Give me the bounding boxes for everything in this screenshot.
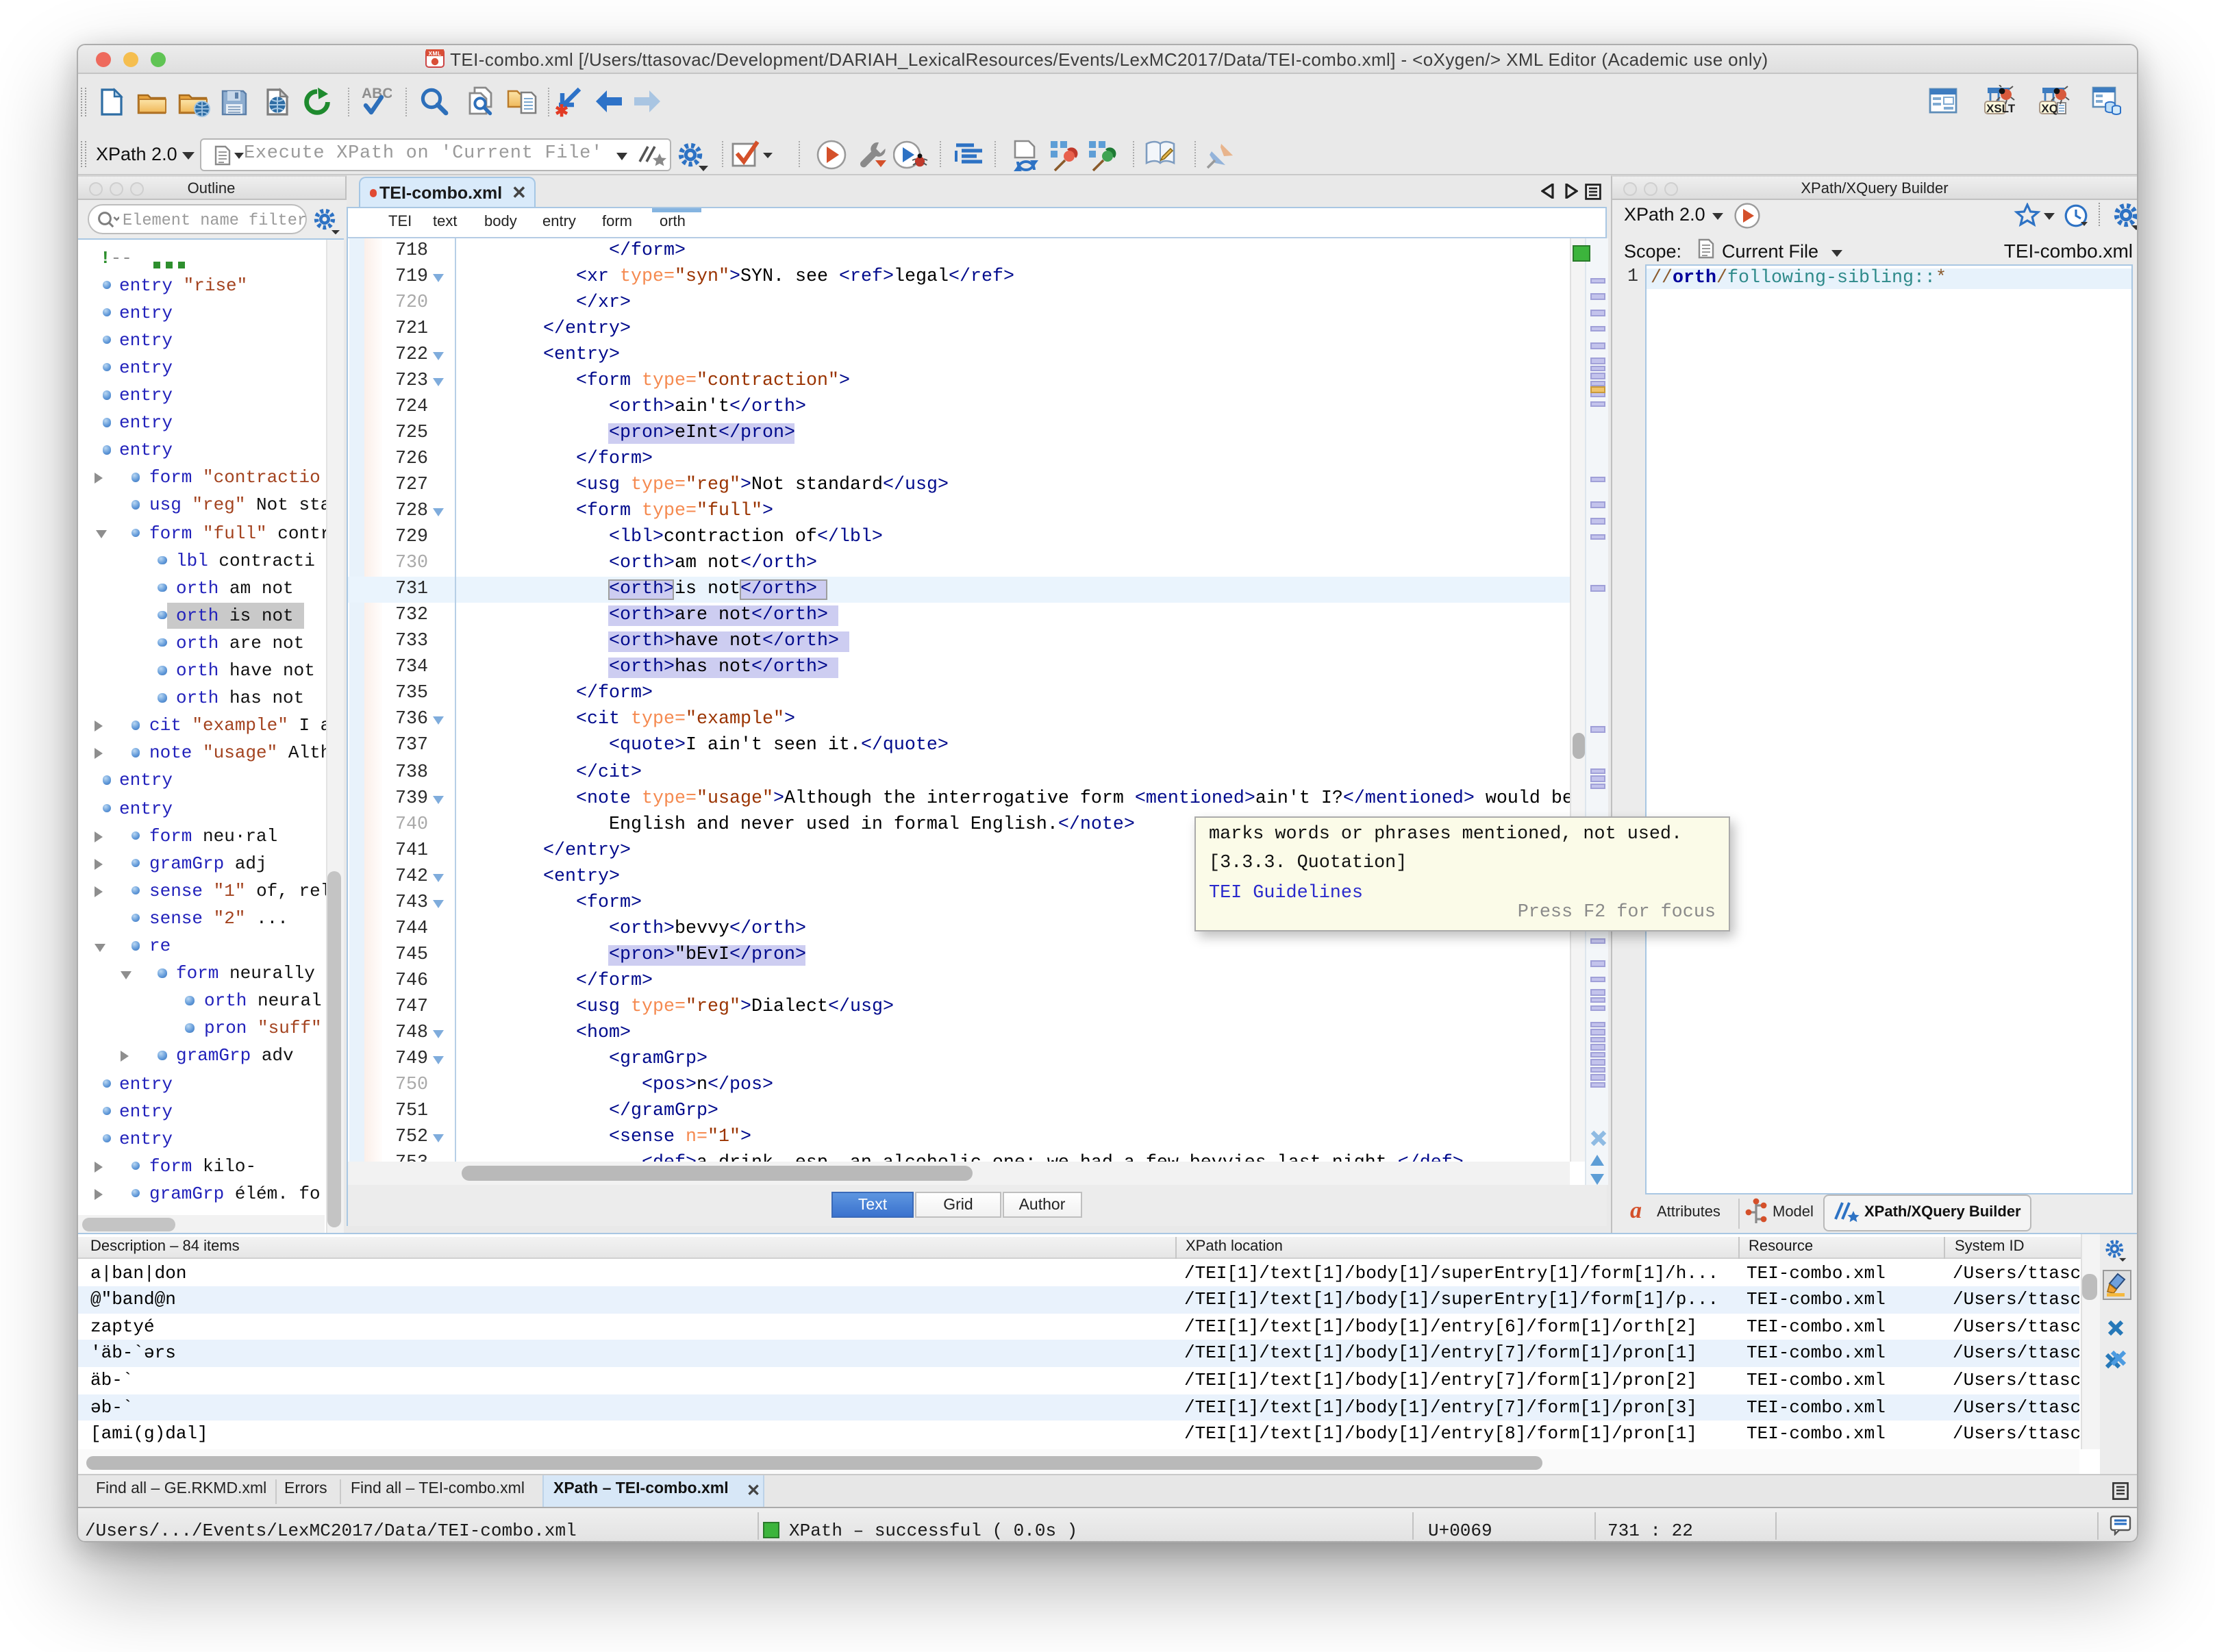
svg-text:XSLT: XSLT bbox=[1986, 102, 2015, 115]
svg-text:XQ: XQ bbox=[2041, 102, 2058, 115]
svg-text:✱: ✱ bbox=[555, 101, 568, 117]
svg-text:ABC: ABC bbox=[362, 86, 392, 101]
